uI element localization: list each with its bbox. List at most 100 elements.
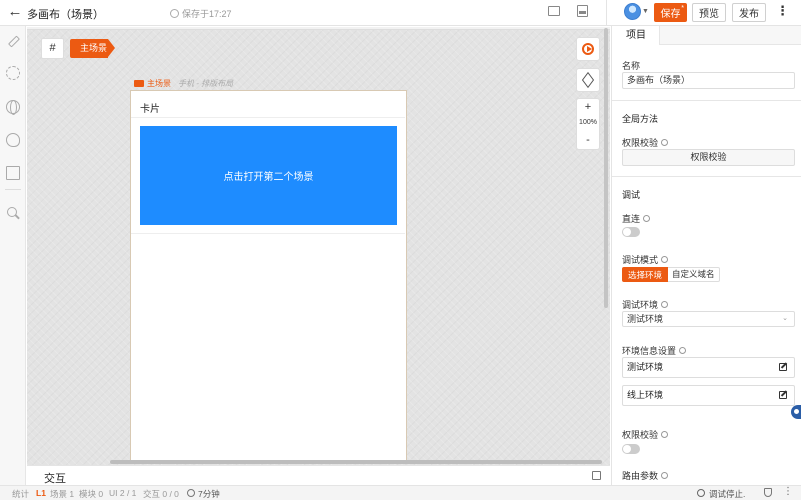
more-vertical-icon[interactable]: ⋮ (783, 486, 793, 497)
route-params-label: 路由参数 (622, 469, 669, 482)
sidebar-divider (5, 189, 21, 190)
search-icon[interactable] (6, 206, 20, 220)
status-interactions: 交互 0 / 0 (143, 489, 179, 499)
play-icon (587, 46, 592, 52)
back-arrow-icon[interactable]: ← (7, 4, 23, 20)
divider (612, 176, 801, 177)
divider (612, 100, 801, 101)
direct-label-text: 直连 (622, 214, 641, 224)
debug-mode-selector: 选择环境 自定义域名 (622, 267, 720, 282)
permission-button[interactable]: 权限校验 (622, 149, 795, 166)
mode-option-domain[interactable]: 自定义域名 (668, 267, 720, 282)
card-divider (131, 233, 405, 234)
panel-tabs: 项目 (612, 26, 801, 45)
cube-icon (581, 71, 595, 89)
help-icon[interactable] (643, 215, 651, 222)
palette-icon[interactable] (6, 133, 20, 147)
vertical-scrollbar[interactable] (604, 28, 608, 308)
zoom-in-button[interactable]: + (577, 101, 599, 113)
status-scenes: 场景 1 (50, 489, 75, 499)
debug-heading: 调试 (622, 190, 641, 200)
env-item-test[interactable]: 测试环境 (622, 357, 795, 378)
route-params-label-text: 路由参数 (622, 471, 659, 481)
mode-option-env[interactable]: 选择环境 (622, 267, 669, 282)
tab-project[interactable]: 项目 (612, 26, 660, 45)
permission-toggle[interactable] (622, 444, 640, 454)
hash-button[interactable]: # (41, 38, 64, 59)
direct-label: 直连 (622, 212, 651, 225)
permission-label-text: 权限校验 (622, 138, 659, 148)
scene-tag[interactable]: 主场景 (70, 39, 115, 58)
help-icon[interactable] (661, 256, 669, 263)
avatar[interactable] (624, 3, 641, 20)
status-level: L1 (36, 488, 46, 498)
debug-mode-label-text: 调试模式 (622, 255, 659, 265)
env-item-label: 线上环境 (627, 390, 664, 400)
unsaved-indicator: * (681, 5, 684, 12)
globe-icon[interactable] (6, 100, 20, 115)
page-layout: 手机 - 排版布局 (178, 79, 234, 88)
open-second-scene-button[interactable]: 点击打开第二个场景 (140, 126, 397, 225)
help-icon[interactable] (661, 301, 669, 308)
debug-status[interactable]: 调试停止. (709, 488, 745, 500)
chevron-down-icon[interactable]: ▼ (642, 8, 649, 15)
help-icon[interactable] (679, 347, 687, 354)
card-header[interactable]: 卡片 (131, 91, 405, 118)
debug-env-label-text: 调试环境 (622, 300, 659, 310)
publish-button[interactable]: 发布 (732, 3, 766, 22)
folder-icon (134, 80, 144, 87)
play-button[interactable] (576, 37, 600, 61)
assistant-bubble-icon[interactable] (791, 405, 801, 419)
env-info-label-text: 环境信息设置 (622, 346, 677, 356)
more-vertical-icon[interactable]: ⋮ (776, 4, 789, 18)
env-item-label: 测试环境 (627, 362, 664, 372)
gear-icon[interactable] (6, 66, 20, 80)
status-stats: 统计 (12, 489, 30, 499)
page-name: 主场景 (147, 79, 171, 88)
preview-button[interactable]: 预览 (692, 3, 726, 22)
interaction-label[interactable]: 交互 (44, 470, 66, 486)
save-status: 保存于17:27 (170, 7, 232, 20)
layout-icon[interactable] (577, 5, 588, 17)
plugin-icon[interactable] (6, 34, 20, 48)
zoom-control: + 100% - (576, 98, 600, 150)
env-info-label: 环境信息设置 (622, 344, 687, 357)
help-icon[interactable] (661, 431, 669, 438)
help-icon[interactable] (661, 139, 669, 146)
card-title: 卡片 (140, 104, 160, 115)
status-modules: 模块 0 (79, 489, 104, 499)
direct-toggle[interactable] (622, 227, 640, 237)
horizontal-scrollbar[interactable] (110, 460, 602, 464)
env-item-production[interactable]: 线上环境 (622, 385, 795, 406)
phone-frame[interactable]: 卡片 点击打开第二个场景 (130, 90, 407, 462)
save-button-label: 保存 (660, 9, 681, 20)
status-bar: 统计 L1 场景 1 模块 0 UI 2 / 1 交互 0 / 0 7分钟 调试… (0, 485, 801, 500)
canvas-ruler (27, 27, 610, 30)
status-ui: UI 2 / 1 (109, 488, 137, 498)
info-icon (697, 489, 705, 497)
save-button[interactable]: 保存 * (654, 3, 687, 22)
cube-button[interactable] (576, 68, 600, 92)
permission-label-2: 权限校验 (622, 428, 669, 441)
debug-env-select[interactable]: 测试环境 ⌄ (622, 311, 795, 327)
monitor-icon[interactable] (548, 6, 560, 16)
clock-icon (170, 9, 179, 18)
divider (606, 0, 607, 26)
app-title: 多画布（场景） (27, 9, 104, 21)
left-sidebar (0, 26, 26, 486)
help-icon[interactable] (661, 472, 669, 479)
expand-icon[interactable] (592, 471, 601, 480)
shield-icon[interactable] (764, 488, 772, 497)
name-label: 名称 (622, 61, 641, 71)
edit-icon[interactable] (779, 363, 787, 371)
zoom-level: 100% (579, 119, 597, 126)
edit-icon[interactable] (779, 391, 787, 399)
zoom-out-button[interactable]: - (577, 134, 599, 146)
status-time: 7分钟 (198, 489, 220, 499)
chevron-down-icon: ⌄ (782, 315, 788, 322)
name-input[interactable]: 多画布（场景） (622, 72, 795, 89)
document-icon[interactable] (6, 166, 20, 180)
properties-panel: 项目 名称 多画布（场景） 全局方法 权限校验 权限校验 调试 直连 调试模式 … (611, 26, 801, 485)
page-label[interactable]: 主场景 手机 - 排版布局 (134, 78, 233, 89)
interaction-bar: 交互 (27, 465, 610, 485)
